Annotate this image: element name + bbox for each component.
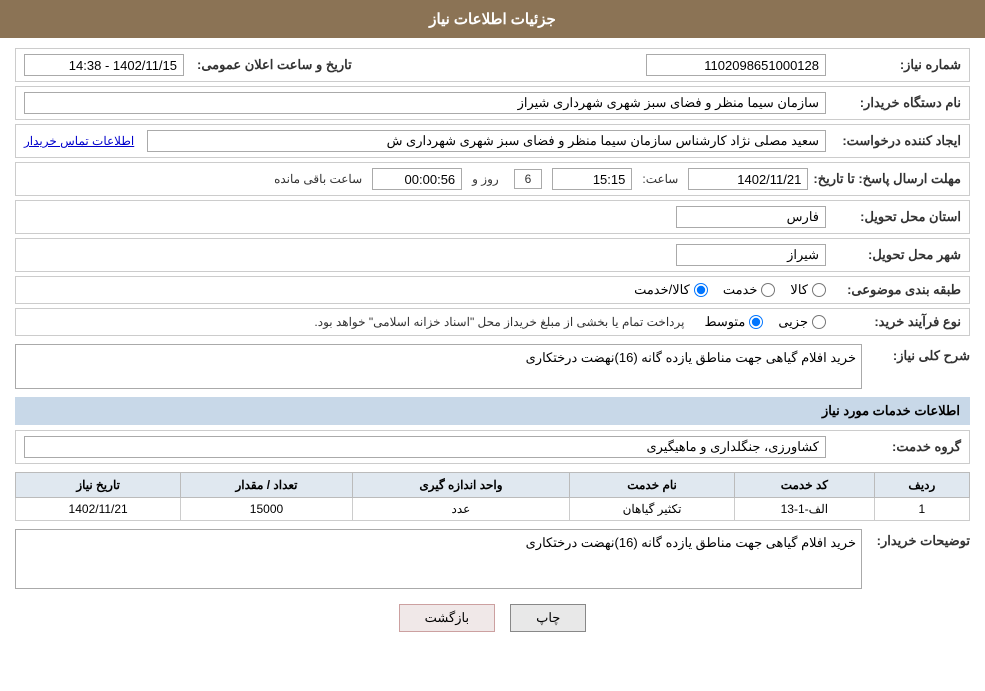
province-label: استان محل تحویل:	[831, 209, 961, 225]
response-remaining-label: ساعت باقی مانده	[274, 172, 362, 186]
services-table-section: ردیف کد خدمت نام خدمت واحد اندازه گیری ت…	[15, 472, 970, 521]
category-kala-item: کالا	[790, 282, 826, 298]
print-button[interactable]: چاپ	[510, 604, 586, 632]
category-row: طبقه بندی موضوعی: کالا خدمت کالا/خدمت	[15, 276, 970, 304]
table-row: 1 الف-1-13 تکثیر گیاهان عدد 15000 1402/1…	[16, 498, 970, 521]
col-quantity: تعداد / مقدار	[181, 473, 352, 498]
col-name: نام خدمت	[570, 473, 735, 498]
deadline-row: مهلت ارسال پاسخ: تا تاریخ: 1402/11/21 سا…	[15, 162, 970, 196]
cell-code: الف-1-13	[734, 498, 874, 521]
table-header: ردیف کد خدمت نام خدمت واحد اندازه گیری ت…	[16, 473, 970, 498]
category-kala-radio[interactable]	[812, 283, 826, 297]
announcement-value: 1402/11/15 - 14:38	[24, 54, 184, 76]
service-group-value: کشاورزی، جنگلداری و ماهیگیری	[24, 436, 826, 458]
cell-unit: عدد	[352, 498, 569, 521]
purchase-jozii-radio[interactable]	[812, 315, 826, 329]
general-desc-container: خرید افلام گیاهی جهت مناطق یازده گانه (1…	[15, 344, 862, 389]
buyer-org-row: نام دستگاه خریدار: سازمان سیما منظر و فض…	[15, 86, 970, 120]
cell-quantity: 15000	[181, 498, 352, 521]
category-khadamat-label: خدمت	[723, 282, 758, 298]
col-code: کد خدمت	[734, 473, 874, 498]
category-label: طبقه بندی موضوعی:	[831, 282, 961, 298]
city-value: شیراز	[676, 244, 826, 266]
col-unit: واحد اندازه گیری	[352, 473, 569, 498]
general-desc-value: خرید افلام گیاهی جهت مناطق یازده گانه (1…	[15, 344, 862, 389]
col-row: ردیف	[874, 473, 969, 498]
category-khadamat-radio[interactable]	[761, 283, 775, 297]
response-days-label: روز و	[472, 172, 499, 186]
back-button[interactable]: بازگشت	[399, 604, 495, 632]
announcement-label: تاریخ و ساعت اعلان عمومی:	[197, 57, 352, 73]
table-body: 1 الف-1-13 تکثیر گیاهان عدد 15000 1402/1…	[16, 498, 970, 521]
category-kala-khadamat-item: کالا/خدمت	[634, 282, 708, 298]
purchase-motawaset-label: متوسط	[704, 314, 745, 330]
page-title: جزئیات اطلاعات نیاز	[429, 11, 556, 28]
response-deadline-label: مهلت ارسال پاسخ: تا تاریخ:	[813, 171, 961, 187]
purchase-note: پرداخت تمام یا بخشی از مبلغ خریداز محل "…	[24, 315, 684, 329]
province-row: استان محل تحویل: فارس	[15, 200, 970, 234]
creator-label: ایجاد کننده درخواست:	[831, 133, 961, 149]
cell-date: 1402/11/21	[16, 498, 181, 521]
category-kala-khadamat-radio[interactable]	[694, 283, 708, 297]
creator-contact-link[interactable]: اطلاعات تماس خریدار	[24, 134, 134, 148]
need-number-label: شماره نیاز:	[831, 57, 961, 73]
general-desc-section: شرح کلی نیاز: خرید افلام گیاهی جهت مناطق…	[15, 344, 970, 389]
buyer-desc-value: خرید افلام گیاهی جهت مناطق یازده گانه (1…	[15, 529, 862, 589]
category-kala-khadamat-label: کالا/خدمت	[634, 282, 690, 298]
purchase-motawaset-radio[interactable]	[749, 315, 763, 329]
button-row: چاپ بازگشت	[15, 589, 970, 647]
city-row: شهر محل تحویل: شیراز	[15, 238, 970, 272]
purchase-type-row: نوع فرآیند خرید: جزیی متوسط پرداخت تمام …	[15, 308, 970, 336]
general-desc-label: شرح کلی نیاز:	[870, 344, 970, 364]
need-number-row: شماره نیاز: 1102098651000128 تاریخ و ساع…	[15, 48, 970, 82]
buyer-desc-label: توضیحات خریدار:	[870, 529, 970, 549]
service-group-label: گروه خدمت:	[831, 439, 961, 455]
buyer-desc-section: توضیحات خریدار: خرید افلام گیاهی جهت منا…	[15, 529, 970, 589]
page-wrapper: جزئیات اطلاعات نیاز شماره نیاز: 11020986…	[0, 0, 985, 691]
services-table: ردیف کد خدمت نام خدمت واحد اندازه گیری ت…	[15, 472, 970, 521]
purchase-jozii-item: جزیی	[778, 314, 826, 330]
category-radio-group: کالا خدمت کالا/خدمت	[634, 282, 826, 298]
category-kala-label: کالا	[790, 282, 808, 298]
creator-name: سعید مصلی نژاد کارشناس سازمان سیما منظر …	[147, 130, 826, 152]
purchase-jozii-label: جزیی	[778, 314, 808, 330]
purchase-type-options: جزیی متوسط	[704, 314, 826, 330]
purchase-motawaset-item: متوسط	[704, 314, 763, 330]
services-section-title: اطلاعات خدمات مورد نیاز	[15, 397, 970, 425]
response-remaining-time: 00:00:56	[372, 168, 462, 190]
response-time-label: ساعت:	[642, 172, 678, 186]
buyer-desc-container: خرید افلام گیاهی جهت مناطق یازده گانه (1…	[15, 529, 862, 589]
cell-name: تکثیر گیاهان	[570, 498, 735, 521]
city-label: شهر محل تحویل:	[831, 247, 961, 263]
response-time: 15:15	[552, 168, 632, 190]
province-value: فارس	[676, 206, 826, 228]
content-area: شماره نیاز: 1102098651000128 تاریخ و ساع…	[0, 38, 985, 657]
purchase-type-label: نوع فرآیند خرید:	[831, 314, 961, 330]
response-date: 1402/11/21	[688, 168, 808, 190]
need-number-value: 1102098651000128	[646, 54, 826, 76]
creator-row: ایجاد کننده درخواست: سعید مصلی نژاد کارش…	[15, 124, 970, 158]
response-days: 6	[514, 169, 543, 189]
page-header: جزئیات اطلاعات نیاز	[0, 0, 985, 38]
col-date: تاریخ نیاز	[16, 473, 181, 498]
cell-row: 1	[874, 498, 969, 521]
service-group-row: گروه خدمت: کشاورزی، جنگلداری و ماهیگیری	[15, 430, 970, 464]
buyer-org-value: سازمان سیما منظر و فضای سبز شهری شهرداری…	[24, 92, 826, 114]
buyer-org-label: نام دستگاه خریدار:	[831, 95, 961, 111]
category-khadamat-item: خدمت	[723, 282, 776, 298]
